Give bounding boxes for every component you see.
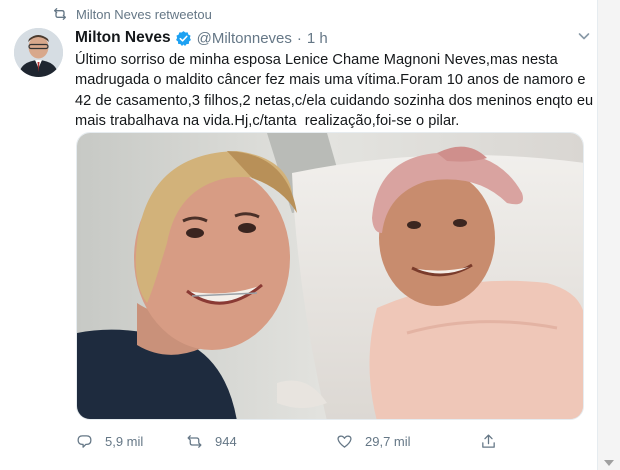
tweet-photo[interactable] bbox=[76, 132, 584, 420]
tweet-timestamp[interactable]: 1 h bbox=[307, 30, 328, 47]
retweet-notice: Milton Neves retweetou bbox=[52, 4, 212, 24]
author-handle[interactable]: @Miltonneves bbox=[197, 30, 292, 47]
retweet-count: 944 bbox=[215, 433, 237, 449]
retweet-action[interactable]: 944 bbox=[186, 428, 237, 454]
verified-badge-icon bbox=[175, 30, 191, 46]
retweet-icon bbox=[54, 7, 66, 20]
avatar[interactable] bbox=[14, 28, 63, 77]
tweet-actions: 5,9 mil 944 29,7 mil bbox=[76, 428, 516, 454]
author-name[interactable]: Milton Neves bbox=[75, 29, 171, 47]
separator-dot: · bbox=[296, 29, 302, 47]
heart-icon bbox=[337, 435, 352, 448]
like-count: 29,7 mil bbox=[365, 433, 411, 449]
scroll-down-arrow-icon[interactable] bbox=[604, 460, 614, 466]
tweet-card[interactable]: Milton Neves retweetou Milton Neves @Mil… bbox=[0, 0, 598, 470]
reply-action[interactable]: 5,9 mil bbox=[76, 428, 143, 454]
retweet-icon bbox=[187, 434, 202, 448]
scrollbar[interactable] bbox=[598, 0, 620, 470]
share-icon bbox=[482, 433, 495, 448]
tweet-header: Milton Neves @Miltonneves · 1 h bbox=[75, 27, 328, 49]
reply-icon bbox=[77, 434, 92, 448]
like-action[interactable]: 29,7 mil bbox=[336, 428, 411, 454]
tweet-text: Último sorriso de minha esposa Lenice Ch… bbox=[75, 52, 598, 130]
share-action[interactable] bbox=[480, 428, 509, 454]
reply-count: 5,9 mil bbox=[105, 433, 144, 449]
retweet-notice-text: Milton Neves retweetou bbox=[76, 6, 212, 22]
chevron-down-icon[interactable] bbox=[576, 28, 592, 44]
